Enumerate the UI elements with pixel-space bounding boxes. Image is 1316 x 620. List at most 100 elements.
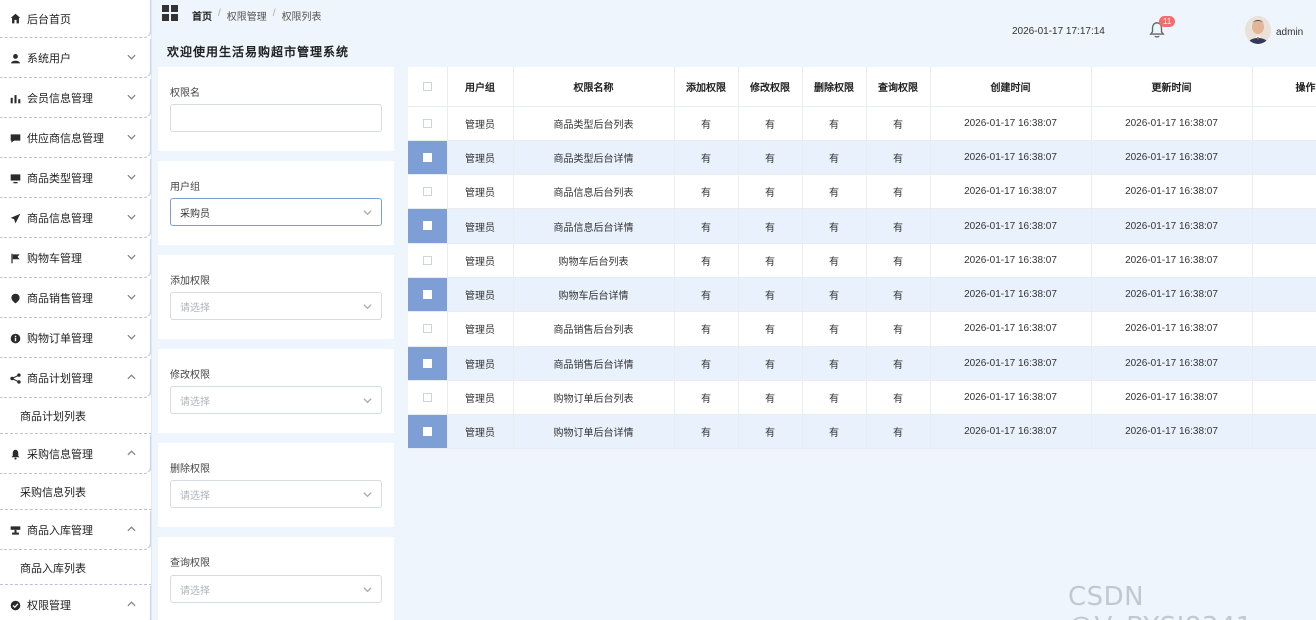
row-checkbox[interactable] [422, 152, 432, 162]
sidebar-item-label: 购物订单管理 [27, 333, 93, 345]
cell-query: 有 [866, 346, 931, 381]
table-row[interactable]: 管理员 商品类型后台列表有有有有 2026-01-17 16:38:07 2026-0… [408, 106, 1316, 141]
select-all-checkbox[interactable] [422, 81, 432, 91]
chevron-down-icon [363, 490, 372, 499]
cell-updated: 2026-01-17 16:38:07 [1091, 380, 1253, 416]
row-select-cell[interactable] [408, 311, 448, 347]
row-checkbox[interactable] [422, 427, 432, 437]
cell-add: 有 [674, 174, 739, 210]
cell-actions[interactable] [1252, 380, 1316, 416]
table-row[interactable]: 管理员 商品销售后台列表有有有有 2026-01-17 16:38:07 2026-0… [408, 311, 1316, 347]
menu-toggle-icon[interactable] [162, 5, 178, 21]
sidebar-item-sales[interactable]: 商品销售管理 [0, 279, 151, 318]
info-icon [8, 331, 22, 345]
cell-actions[interactable] [1252, 277, 1316, 313]
cell-query: 有 [866, 277, 931, 313]
delete-permission-select[interactable]: 请选择 [170, 480, 382, 508]
cell-actions[interactable] [1252, 346, 1316, 381]
add-permission-label: 添加权限 [170, 276, 210, 287]
sidebar-item-purchase[interactable]: 采购信息管理 [0, 435, 151, 474]
row-select-cell[interactable] [408, 140, 448, 176]
row-checkbox[interactable] [422, 324, 432, 334]
row-select-cell[interactable] [408, 346, 448, 381]
table-row[interactable]: 管理员 商品类型后台详情有有有有 2026-01-17 16:38:07 2026-0… [408, 140, 1316, 176]
table-row[interactable]: 管理员 商品信息后台详情有有有有 2026-01-17 16:38:07 2026-0… [408, 208, 1316, 244]
home-icon [8, 12, 22, 26]
cell-actions[interactable] [1252, 208, 1316, 244]
row-checkbox[interactable] [422, 187, 432, 197]
column-header: 查询权限 [866, 67, 931, 107]
table-row[interactable]: 管理员 购物订单后台列表有有有有 2026-01-17 16:38:07 2026-0… [408, 380, 1316, 416]
cell-name: 商品信息后台列表 [513, 174, 675, 210]
table-row[interactable]: 管理员 购物车后台详情有有有有 2026-01-17 16:38:07 2026-01… [408, 277, 1316, 313]
row-select-cell[interactable] [408, 174, 448, 210]
cell-actions[interactable] [1252, 140, 1316, 176]
cell-query: 有 [866, 106, 931, 141]
cell-created: 2026-01-17 16:38:07 [930, 277, 1092, 313]
table-row[interactable]: 管理员 商品销售后台详情有有有有 2026-01-17 16:38:07 2026-0… [408, 346, 1316, 381]
row-select-cell[interactable] [408, 243, 448, 278]
chevron-down-icon [363, 302, 372, 311]
cell-group: 管理员 [447, 311, 514, 347]
sidebar-subitem-stock-list[interactable]: 商品入库列表 [0, 551, 151, 585]
sidebar: 后台首页 系统用户 会员信息管理 供应商信息管理 商品类型管理 商品信息管理 购… [0, 0, 152, 620]
breadcrumb-permission-mgmt[interactable]: 权限管理 [227, 8, 267, 23]
table-row[interactable]: 管理员 购物订单后台详情有有有有 2026-01-17 16:38:07 2026-0… [408, 414, 1316, 450]
cell-edit: 有 [738, 346, 803, 381]
edit-permission-select[interactable]: 请选择 [170, 386, 382, 414]
cell-name: 购物订单后台列表 [513, 380, 675, 416]
sidebar-item-home[interactable]: 后台首页 [0, 0, 151, 38]
avatar[interactable] [1245, 16, 1271, 44]
row-checkbox[interactable] [422, 255, 432, 265]
row-select-cell[interactable] [408, 277, 448, 313]
select-all-cell[interactable] [408, 67, 448, 107]
row-select-cell[interactable] [408, 208, 448, 244]
sidebar-item-cart[interactable]: 购物车管理 [0, 239, 151, 278]
row-select-cell[interactable] [408, 106, 448, 141]
query-permission-label: 查询权限 [170, 558, 210, 569]
sidebar-item-orders[interactable]: 购物订单管理 [0, 319, 151, 358]
table-row[interactable]: 管理员 购物车后台列表有有有有 2026-01-17 16:38:07 2026-01… [408, 243, 1316, 278]
sidebar-item-product-type[interactable]: 商品类型管理 [0, 159, 151, 198]
cell-actions[interactable] [1252, 414, 1316, 450]
sidebar-item-product-info[interactable]: 商品信息管理 [0, 199, 151, 238]
page-title: 欢迎使用生活易购超市管理系统 [167, 45, 350, 59]
sidebar-item-supplier[interactable]: 供应商信息管理 [0, 119, 151, 158]
breadcrumb-separator: / [218, 8, 221, 19]
cell-actions[interactable] [1252, 243, 1316, 278]
sidebar-item-permissions[interactable]: 权限管理 [0, 586, 151, 620]
chevron-down-icon [363, 396, 372, 405]
row-select-cell[interactable] [408, 380, 448, 416]
sidebar-subitem-purchase-list[interactable]: 采购信息列表 [0, 475, 151, 510]
column-header: 更新时间 [1091, 67, 1253, 107]
table-row[interactable]: 管理员 商品信息后台列表有有有有 2026-01-17 16:38:07 2026-0… [408, 174, 1316, 210]
row-checkbox[interactable] [422, 118, 432, 128]
cell-actions[interactable] [1252, 311, 1316, 347]
breadcrumb-home[interactable]: 首页 [192, 8, 212, 23]
user-group-select[interactable]: 采购员 [170, 198, 382, 226]
sidebar-item-label: 商品销售管理 [27, 293, 93, 305]
cell-query: 有 [866, 311, 931, 347]
cell-actions[interactable] [1252, 174, 1316, 210]
add-permission-select[interactable]: 请选择 [170, 292, 382, 320]
sidebar-item-member[interactable]: 会员信息管理 [0, 79, 151, 118]
row-checkbox[interactable] [422, 358, 432, 368]
cell-del: 有 [802, 243, 867, 278]
row-checkbox[interactable] [422, 392, 432, 402]
sidebar-subitem-plan-list[interactable]: 商品计划列表 [0, 399, 151, 434]
row-select-cell[interactable] [408, 414, 448, 450]
column-header: 用户组 [447, 67, 514, 107]
cell-actions[interactable] [1252, 106, 1316, 141]
sidebar-item-plan[interactable]: 商品计划管理 [0, 359, 151, 398]
username[interactable]: admin [1276, 27, 1303, 38]
sidebar-item-stock-in[interactable]: 商品入库管理 [0, 511, 151, 550]
row-checkbox[interactable] [422, 221, 432, 231]
sidebar-item-system-users[interactable]: 系统用户 [0, 39, 151, 78]
permission-name-input[interactable] [170, 104, 382, 132]
row-checkbox[interactable] [422, 289, 432, 299]
add-permission-field: 添加权限 请选择 [158, 255, 394, 339]
cell-del: 有 [802, 140, 867, 176]
query-permission-select[interactable]: 请选择 [170, 575, 382, 603]
sidebar-item-label: 商品计划管理 [27, 373, 93, 385]
breadcrumb: 首页 / 权限管理 / 权限列表 [192, 8, 322, 23]
